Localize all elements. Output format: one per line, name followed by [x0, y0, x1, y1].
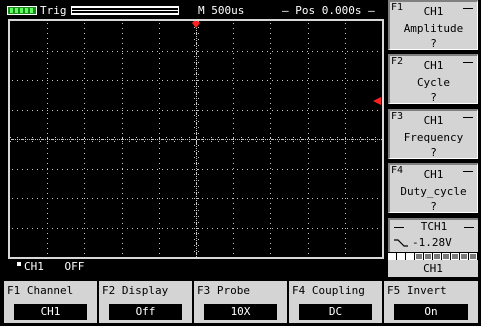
measure-slot-f2[interactable]: F2 CH1 Cycle ?	[388, 54, 478, 104]
trigger-position-bar	[71, 6, 179, 15]
menu-value: On	[394, 304, 468, 320]
run-status-icon	[7, 6, 37, 15]
measure-channel: CH1	[423, 59, 444, 72]
measure-channel: CH1	[423, 114, 444, 127]
segment-cell	[442, 253, 450, 260]
menu-value: 10X	[204, 304, 277, 320]
measure-slot-f1[interactable]: F1 CH1 Amplitude ?	[388, 0, 478, 50]
measure-slot-f3[interactable]: F3 CH1 Frequency ?	[388, 109, 478, 159]
menu-value: Off	[109, 304, 182, 320]
segment-cell	[469, 253, 477, 260]
menu-f5-invert[interactable]: F5 Invert On	[384, 281, 478, 323]
menu-label: F2 Display	[102, 284, 169, 297]
measure-slot-f4[interactable]: F4 CH1 Duty_cycle ?	[388, 163, 478, 213]
softkey-menu: F1 Channel CH1 F2 Display Off F3 Probe 1…	[4, 281, 478, 323]
waveform-grid	[8, 19, 384, 259]
menu-f4-coupling[interactable]: F4 Coupling DC	[289, 281, 384, 323]
measure-panel: F1 CH1 Amplitude ? F2 CH1 Cycle ? F3 CH1…	[388, 0, 478, 280]
trigger-time-marker-icon	[192, 21, 200, 28]
measure-name: Duty_cycle	[400, 185, 467, 198]
segment-cell	[388, 253, 396, 260]
segment-cell	[433, 253, 441, 260]
measure-channel: CH1	[423, 168, 444, 181]
menu-value: CH1	[14, 304, 87, 320]
graticule	[10, 21, 382, 257]
channel-ground-marker	[17, 262, 21, 266]
menu-f2-display[interactable]: F2 Display Off	[99, 281, 194, 323]
oscilloscope-screen: Trig M 500us — Pos 0.000s — CH1 OFF F1 C…	[0, 0, 481, 326]
measure-value: ?	[430, 200, 437, 213]
segment-cell	[415, 253, 423, 260]
measure-value: ?	[430, 91, 437, 104]
falling-edge-icon	[394, 239, 408, 247]
menu-label: F5 Invert	[387, 284, 447, 297]
channel-status: CH1 OFF	[24, 260, 84, 274]
menu-f1-channel[interactable]: F1 Channel CH1	[4, 281, 99, 323]
trigger-info: TCH1 -1.28V	[388, 218, 478, 252]
menu-f3-probe[interactable]: F3 Probe 10X	[194, 281, 289, 323]
segment-cell	[406, 253, 414, 260]
segment-indicator	[388, 253, 478, 260]
measure-value: ?	[430, 37, 437, 50]
menu-label: F3 Probe	[197, 284, 250, 297]
trigger-source: TCH1	[420, 220, 448, 233]
timebase-readout: M 500us	[198, 4, 245, 17]
segment-cell	[451, 253, 459, 260]
menu-label: F1 Channel	[7, 284, 74, 297]
channel-status-state: OFF	[64, 260, 85, 273]
horizontal-position-readout: — Pos 0.000s —	[282, 4, 375, 17]
channel-status-name: CH1	[24, 260, 44, 273]
segment-cell	[424, 253, 432, 260]
segment-cell	[397, 253, 405, 260]
trigger-level-marker-icon	[373, 97, 381, 105]
trigger-level: -1.28V	[412, 236, 452, 249]
measure-channel: CH1	[423, 5, 444, 18]
menu-value: DC	[299, 304, 372, 320]
trigger-label: Trig	[40, 4, 67, 17]
channel-indicator: CH1	[388, 260, 478, 277]
measure-value: ?	[430, 146, 437, 159]
status-bar: Trig M 500us — Pos 0.000s —	[5, 3, 385, 19]
segment-cell	[460, 253, 468, 260]
menu-label: F4 Coupling	[292, 284, 365, 297]
measure-name: Cycle	[416, 76, 451, 89]
measure-name: Frequency	[403, 131, 464, 144]
measure-name: Amplitude	[403, 22, 464, 35]
